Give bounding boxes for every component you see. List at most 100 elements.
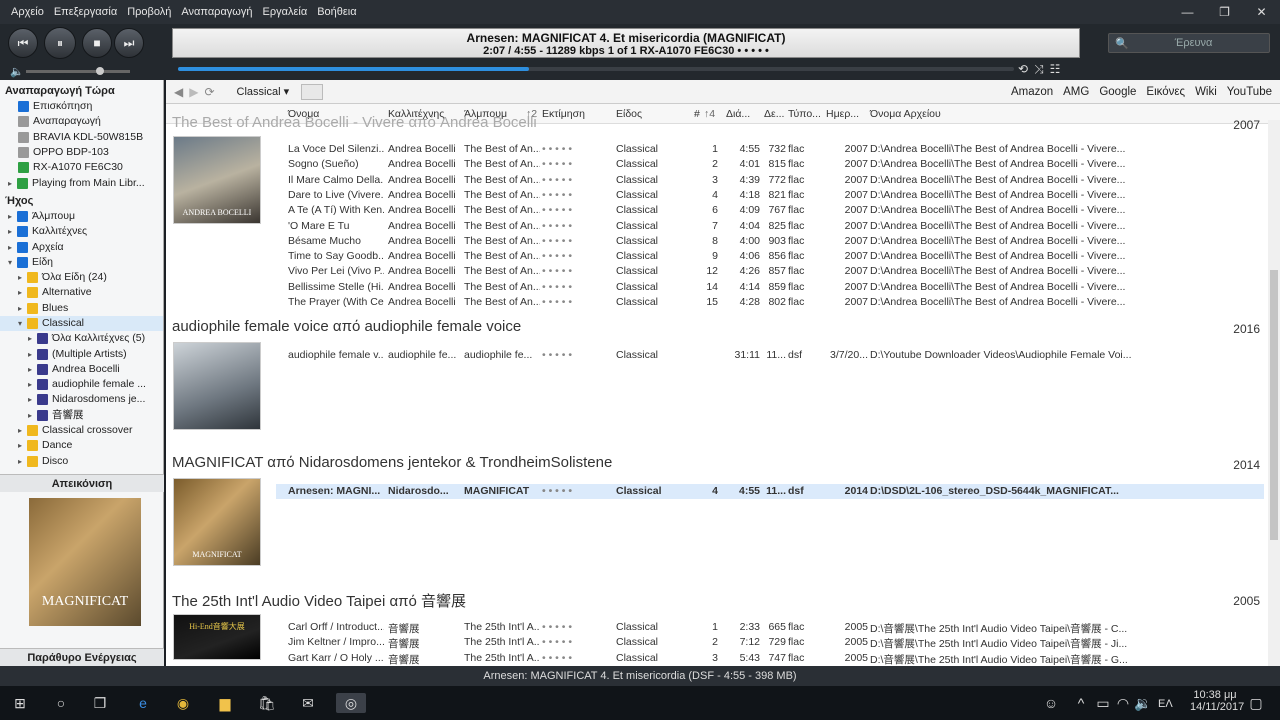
- task-view-icon[interactable]: ❐: [89, 693, 111, 713]
- column-9[interactable]: Ημερ...: [826, 108, 859, 120]
- view-tab-box[interactable]: [301, 83, 324, 100]
- playing-item[interactable]: ▸ Playing from Main Libr...: [0, 175, 163, 190]
- close-button[interactable]: ✕: [1243, 0, 1280, 24]
- group-title[interactable]: audiophile female voice από audiophile f…: [172, 318, 521, 335]
- list-scrollbar[interactable]: [1268, 120, 1280, 666]
- column-5[interactable]: #: [694, 108, 700, 120]
- audio-tree-item[interactable]: ▸ Αρχεία: [0, 239, 163, 254]
- menu-view[interactable]: Προβολή: [122, 6, 176, 18]
- volume-knob[interactable]: [96, 67, 104, 75]
- refresh-icon[interactable]: ⟳: [204, 85, 214, 99]
- action-window-header[interactable]: Παράθυρο Ενέργειας: [0, 648, 164, 666]
- audio-header[interactable]: Ήχος: [0, 193, 163, 209]
- track-row[interactable]: The Prayer (With Ce... Andrea Bocelli The …: [166, 295, 1264, 310]
- audio-tree-item[interactable]: ▾ Είδη: [0, 255, 163, 270]
- chrome-icon[interactable]: ◉: [172, 693, 194, 713]
- audio-tree-item[interactable]: ▸ Καλλιτέχνες: [0, 224, 163, 239]
- menu-playback[interactable]: Αναπαραγωγή: [176, 6, 257, 18]
- link-amg[interactable]: AMG: [1063, 86, 1089, 98]
- track-row[interactable]: La Voce Del Silenzi... Andrea Bocelli The …: [166, 142, 1264, 157]
- expand-arrow-icon[interactable]: ▾: [8, 255, 17, 270]
- preview-header[interactable]: Απεικόνιση: [0, 474, 164, 492]
- search-taskbar-icon[interactable]: ○: [50, 693, 72, 713]
- column-4[interactable]: Είδος: [616, 108, 642, 120]
- battery-icon[interactable]: ▭: [1092, 693, 1114, 713]
- playing-item[interactable]: Επισκόπηση: [0, 99, 163, 114]
- expand-arrow-icon[interactable]: ▸: [8, 224, 17, 239]
- file-explorer-icon[interactable]: ▆: [214, 693, 236, 713]
- shuffle-icon[interactable]: ⤨: [1034, 62, 1050, 76]
- windows-start-icon[interactable]: ⊞: [9, 693, 31, 713]
- genre-tree-item[interactable]: ▸ Disco: [0, 454, 163, 469]
- expand-arrow-icon[interactable]: ▸: [18, 270, 27, 285]
- album-art[interactable]: MAGNIFICAT: [173, 478, 261, 566]
- genre-tree-item[interactable]: ▸ Όλα Είδη (24): [0, 270, 163, 285]
- store-icon[interactable]: 🛍: [256, 693, 278, 713]
- group-title[interactable]: The 25th Int'l Audio Video Taipei από 音響…: [172, 590, 466, 611]
- genre-tree-item[interactable]: ▸ Classical crossover: [0, 423, 163, 438]
- playing-item[interactable]: Αναπαραγωγή: [0, 114, 163, 129]
- genre-tree-item[interactable]: ▾ Classical: [0, 315, 163, 332]
- classical-artist-item[interactable]: ▸ (Multiple Artists): [0, 346, 163, 361]
- track-row[interactable]: Carl Orff / Introduct... 音響展 The 25th Int'…: [166, 620, 1264, 635]
- expand-arrow-icon[interactable]: ▸: [18, 438, 27, 453]
- track-row[interactable]: 'O Mare E Tu Andrea Bocelli The Best of An…: [166, 219, 1264, 234]
- link-youtube[interactable]: YouTube: [1227, 86, 1272, 98]
- column-7[interactable]: Δε...: [764, 108, 784, 120]
- group-title[interactable]: MAGNIFICAT από Nidarosdomens jentekor & …: [172, 454, 612, 471]
- expand-arrow-icon[interactable]: ▸: [18, 285, 27, 300]
- language-indicator[interactable]: ΕΛ: [1158, 698, 1173, 710]
- back-icon[interactable]: ◀: [174, 85, 183, 99]
- expand-arrow-icon[interactable]: ▸: [8, 176, 17, 191]
- notifications-icon[interactable]: ▢: [1245, 693, 1267, 713]
- column-8[interactable]: Τύπο...: [788, 108, 821, 120]
- column-6[interactable]: Διά...: [726, 108, 750, 120]
- expand-arrow-icon[interactable]: ▸: [28, 362, 37, 377]
- track-row[interactable]: Bésame Mucho Andrea Bocelli The Best of An…: [166, 234, 1264, 249]
- expand-arrow-icon[interactable]: ▸: [28, 347, 37, 362]
- equalizer-icon[interactable]: ☷: [1050, 62, 1067, 76]
- pause-button[interactable]: ⏸: [44, 27, 76, 59]
- scrollbar-thumb[interactable]: [1270, 270, 1278, 540]
- next-button[interactable]: ⏭: [114, 28, 144, 58]
- link-google[interactable]: Google: [1099, 86, 1136, 98]
- audio-tree-item[interactable]: ▸ Άλμπουμ: [0, 209, 163, 224]
- column-10[interactable]: Όνομα Αρχείου: [870, 108, 941, 120]
- track-row[interactable]: Arnesen: MAGNI... Nidarosdo... MAGNIFICAT •…: [276, 484, 1264, 500]
- track-row[interactable]: Sogno (Sueño) Andrea Bocelli The Best of A…: [166, 157, 1264, 172]
- genre-tree-item[interactable]: ▸ Dance: [0, 438, 163, 453]
- maximize-button[interactable]: ❐: [1206, 0, 1243, 24]
- group-title[interactable]: The Best of Andrea Bocelli - Vivere από …: [172, 114, 537, 131]
- person-icon[interactable]: ☺: [1040, 693, 1062, 713]
- search-input[interactable]: 🔍 Έρευνα: [1108, 33, 1270, 53]
- genre-tree-item[interactable]: ▸ Alternative: [0, 285, 163, 300]
- expand-arrow-icon[interactable]: ▸: [28, 408, 37, 423]
- classical-artist-item[interactable]: ▸ Andrea Bocelli: [0, 362, 163, 377]
- now-playing-display[interactable]: Arnesen: MAGNIFICAT 4. Et misericordia (…: [172, 28, 1080, 58]
- expand-arrow-icon[interactable]: ▸: [18, 301, 27, 316]
- tray-chevron-icon[interactable]: ^: [1070, 693, 1092, 713]
- menu-file[interactable]: Αρχείο: [6, 6, 49, 18]
- expand-arrow-icon[interactable]: ▸: [8, 240, 17, 255]
- playing-item[interactable]: RX-A1070 FE6C30: [0, 160, 163, 175]
- track-row[interactable]: Il Mare Calmo Della... Andrea Bocelli The …: [166, 173, 1264, 188]
- playing-now-header[interactable]: Αναπαραγωγή Τώρα: [0, 83, 163, 99]
- column-3[interactable]: Εκτίμηση: [542, 108, 585, 120]
- track-row[interactable]: Gart Karr / O Holy ... 音響展 The 25th Int'l …: [166, 651, 1264, 666]
- view-selector[interactable]: Classical ▾: [237, 85, 290, 98]
- classical-artist-item[interactable]: ▸ 音響展: [0, 408, 163, 423]
- track-row[interactable]: A Te (A Tí) With Ken... Andrea Bocelli The…: [166, 203, 1264, 218]
- playing-item[interactable]: OPPO BDP-103: [0, 145, 163, 160]
- expand-arrow-icon[interactable]: ▸: [18, 454, 27, 469]
- menu-help[interactable]: Βοήθεια: [312, 6, 361, 18]
- track-row[interactable]: Vivo Per Lei (Vivo P... Andrea Bocelli The…: [166, 264, 1264, 279]
- track-row[interactable]: Dare to Live (Vivere... Andrea Bocelli The…: [166, 188, 1264, 203]
- genre-tree-item[interactable]: ▸ Blues: [0, 301, 163, 316]
- expand-arrow-icon[interactable]: ▸: [18, 423, 27, 438]
- playing-item[interactable]: BRAVIA KDL-50W815B: [0, 130, 163, 145]
- clock[interactable]: 10:38 μμ 14/11/2017: [1190, 689, 1244, 713]
- expand-arrow-icon[interactable]: ▾: [18, 316, 27, 331]
- expand-arrow-icon[interactable]: ▸: [8, 209, 17, 224]
- link-εικόνες[interactable]: Εικόνες: [1146, 86, 1185, 98]
- volume-slider[interactable]: [26, 70, 130, 73]
